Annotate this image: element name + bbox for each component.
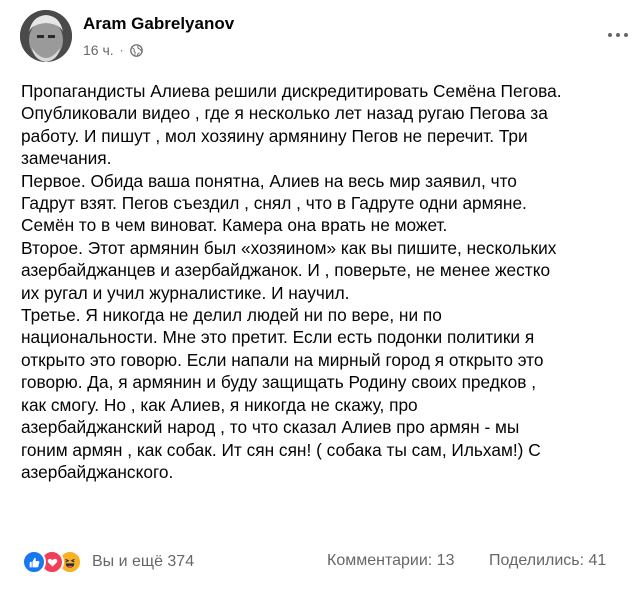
post-text-line: Первое. Обида ваша понятна, Алиев на вес… [21,170,517,191]
post-meta: 16 ч. · [83,41,143,59]
post-text-line: замечания. [21,148,112,169]
like-icon [22,550,46,574]
post-text-line: гоним армян , как собак. Ит сян сян! ( с… [21,439,541,460]
post-timestamp[interactable]: 16 ч. [83,42,114,58]
post-text-line: азербайджанского. [21,461,174,482]
post-text-line: Опубликовали видео , где я несколько лет… [21,103,548,124]
post-text-line: Второе. Этот армянин был «хозяином» как … [21,237,557,258]
post-text-line: Третье. Я никогда не делил людей ни по в… [21,305,442,326]
post-text: Пропагандисты Алиева решили дискредитиро… [21,80,631,483]
author-avatar[interactable] [20,10,72,62]
post-text-line: говорю. Да, я армянин и буду защищать Ро… [21,372,537,393]
post-text-line: как смогу. Но , как Алиев, я никогда не … [21,394,418,415]
shares-count[interactable]: Поделились: 41 [489,552,606,570]
more-dots-icon[interactable] [604,27,632,43]
reactions-summary[interactable]: Вы и ещё 374 [22,550,194,574]
post-text-line: азербайджанский народ , то что сказал Ал… [21,417,520,438]
post-text-line: Пропагандисты Алиева решили дискредитиро… [21,81,562,101]
post-text-line: Гадрут взят. Пегов съездил , снял , что … [21,193,527,214]
comments-count[interactable]: Комментарии: 13 [327,552,454,570]
post-text-line: азербайджанцев и азербайджанок. И , пове… [21,260,551,281]
meta-separator: · [119,43,124,57]
globe-icon [129,43,143,57]
post-text-line: открыто это говорю. Если напали на мирны… [21,349,544,370]
facebook-post: Aram Gabrelyanov 16 ч. · Пропагандисты А… [0,0,640,594]
reactions-count: Вы и ещё 374 [92,553,195,570]
post-text-line: национальности. Мне это претит. Если ест… [21,327,535,348]
avatar-photo [20,10,72,62]
post-text-line: их ругал и учил журналистике. И научил. [21,282,350,303]
post-text-line: работу. И пишут , мол хозяину армянину П… [21,125,528,146]
post-text-line: Семён то в чем виноват. Камера она врать… [21,215,448,236]
author-name[interactable]: Aram Gabrelyanov [83,14,234,34]
